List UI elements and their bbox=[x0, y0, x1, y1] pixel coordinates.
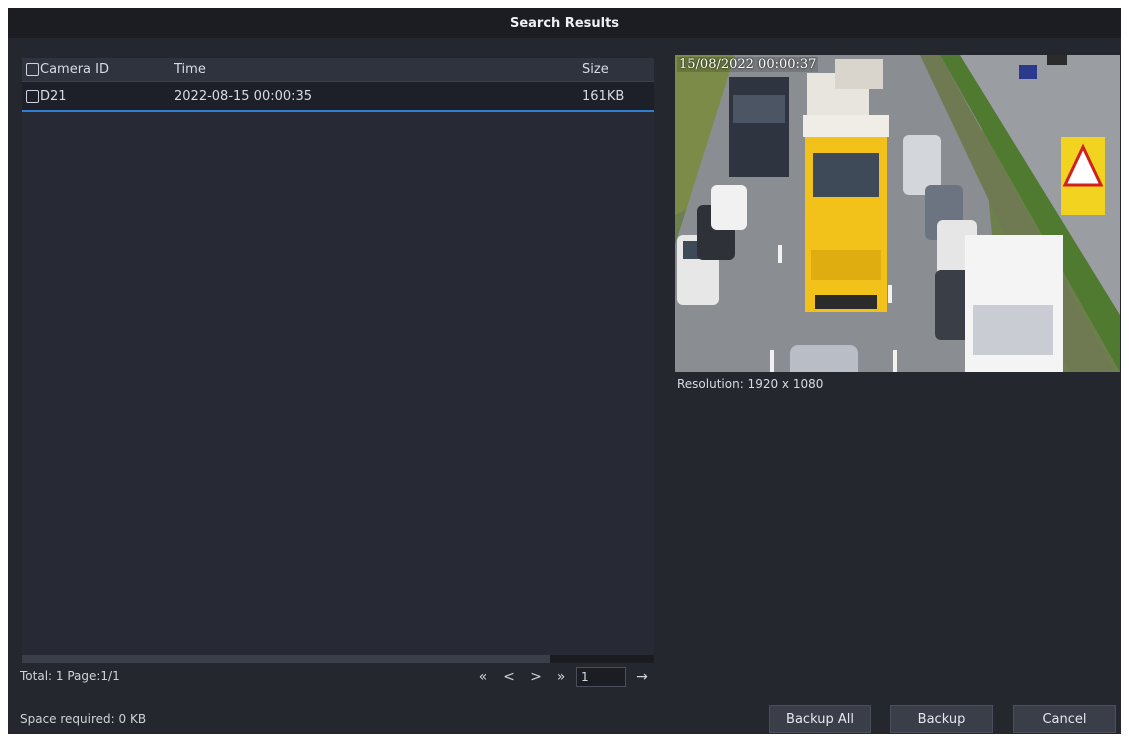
time-cell: 2022-08-15 00:00:35 bbox=[174, 88, 313, 104]
column-header-size[interactable]: Size bbox=[582, 62, 609, 77]
results-table: Camera ID Time Size D21 2022-08-15 00:00… bbox=[22, 58, 654, 663]
next-page-icon[interactable]: > bbox=[526, 667, 546, 687]
horizontal-scrollbar[interactable] bbox=[22, 655, 654, 663]
scrollbar-thumb[interactable] bbox=[22, 655, 550, 663]
previous-page-icon[interactable]: < bbox=[499, 667, 519, 687]
column-header-time[interactable]: Time bbox=[174, 62, 206, 77]
table-header: Camera ID Time Size bbox=[22, 58, 654, 82]
dialog-title: Search Results bbox=[8, 8, 1121, 38]
column-header-camera-id[interactable]: Camera ID bbox=[40, 62, 109, 77]
preview-timestamp: 15/08/2022 00:00:37 bbox=[677, 57, 819, 72]
camera-id-cell: D21 bbox=[40, 88, 67, 104]
space-required-label: Space required: 0 KB bbox=[20, 712, 147, 726]
page-number-input[interactable] bbox=[576, 667, 626, 687]
pagination-summary: Total: 1 Page:1/1 bbox=[20, 669, 120, 683]
last-page-icon[interactable]: » bbox=[551, 667, 571, 687]
size-cell: 161KB bbox=[582, 88, 625, 104]
traffic-scene-image bbox=[675, 55, 1120, 372]
row-checkbox[interactable] bbox=[26, 89, 39, 103]
snapshot-preview: 15/08/2022 00:00:37 bbox=[675, 55, 1120, 372]
backup-all-button[interactable]: Backup All bbox=[769, 705, 871, 733]
resolution-label: Resolution: 1920 x 1080 bbox=[677, 377, 824, 391]
search-results-dialog: Search Results Camera ID Time Size D21 2… bbox=[8, 8, 1121, 734]
table-row[interactable]: D21 2022-08-15 00:00:35 161KB bbox=[22, 82, 654, 112]
cancel-button[interactable]: Cancel bbox=[1013, 705, 1116, 733]
select-all-checkbox[interactable] bbox=[26, 63, 39, 76]
go-to-page-icon[interactable]: → bbox=[632, 667, 652, 687]
backup-button[interactable]: Backup bbox=[890, 705, 993, 733]
first-page-icon[interactable]: « bbox=[473, 667, 493, 687]
